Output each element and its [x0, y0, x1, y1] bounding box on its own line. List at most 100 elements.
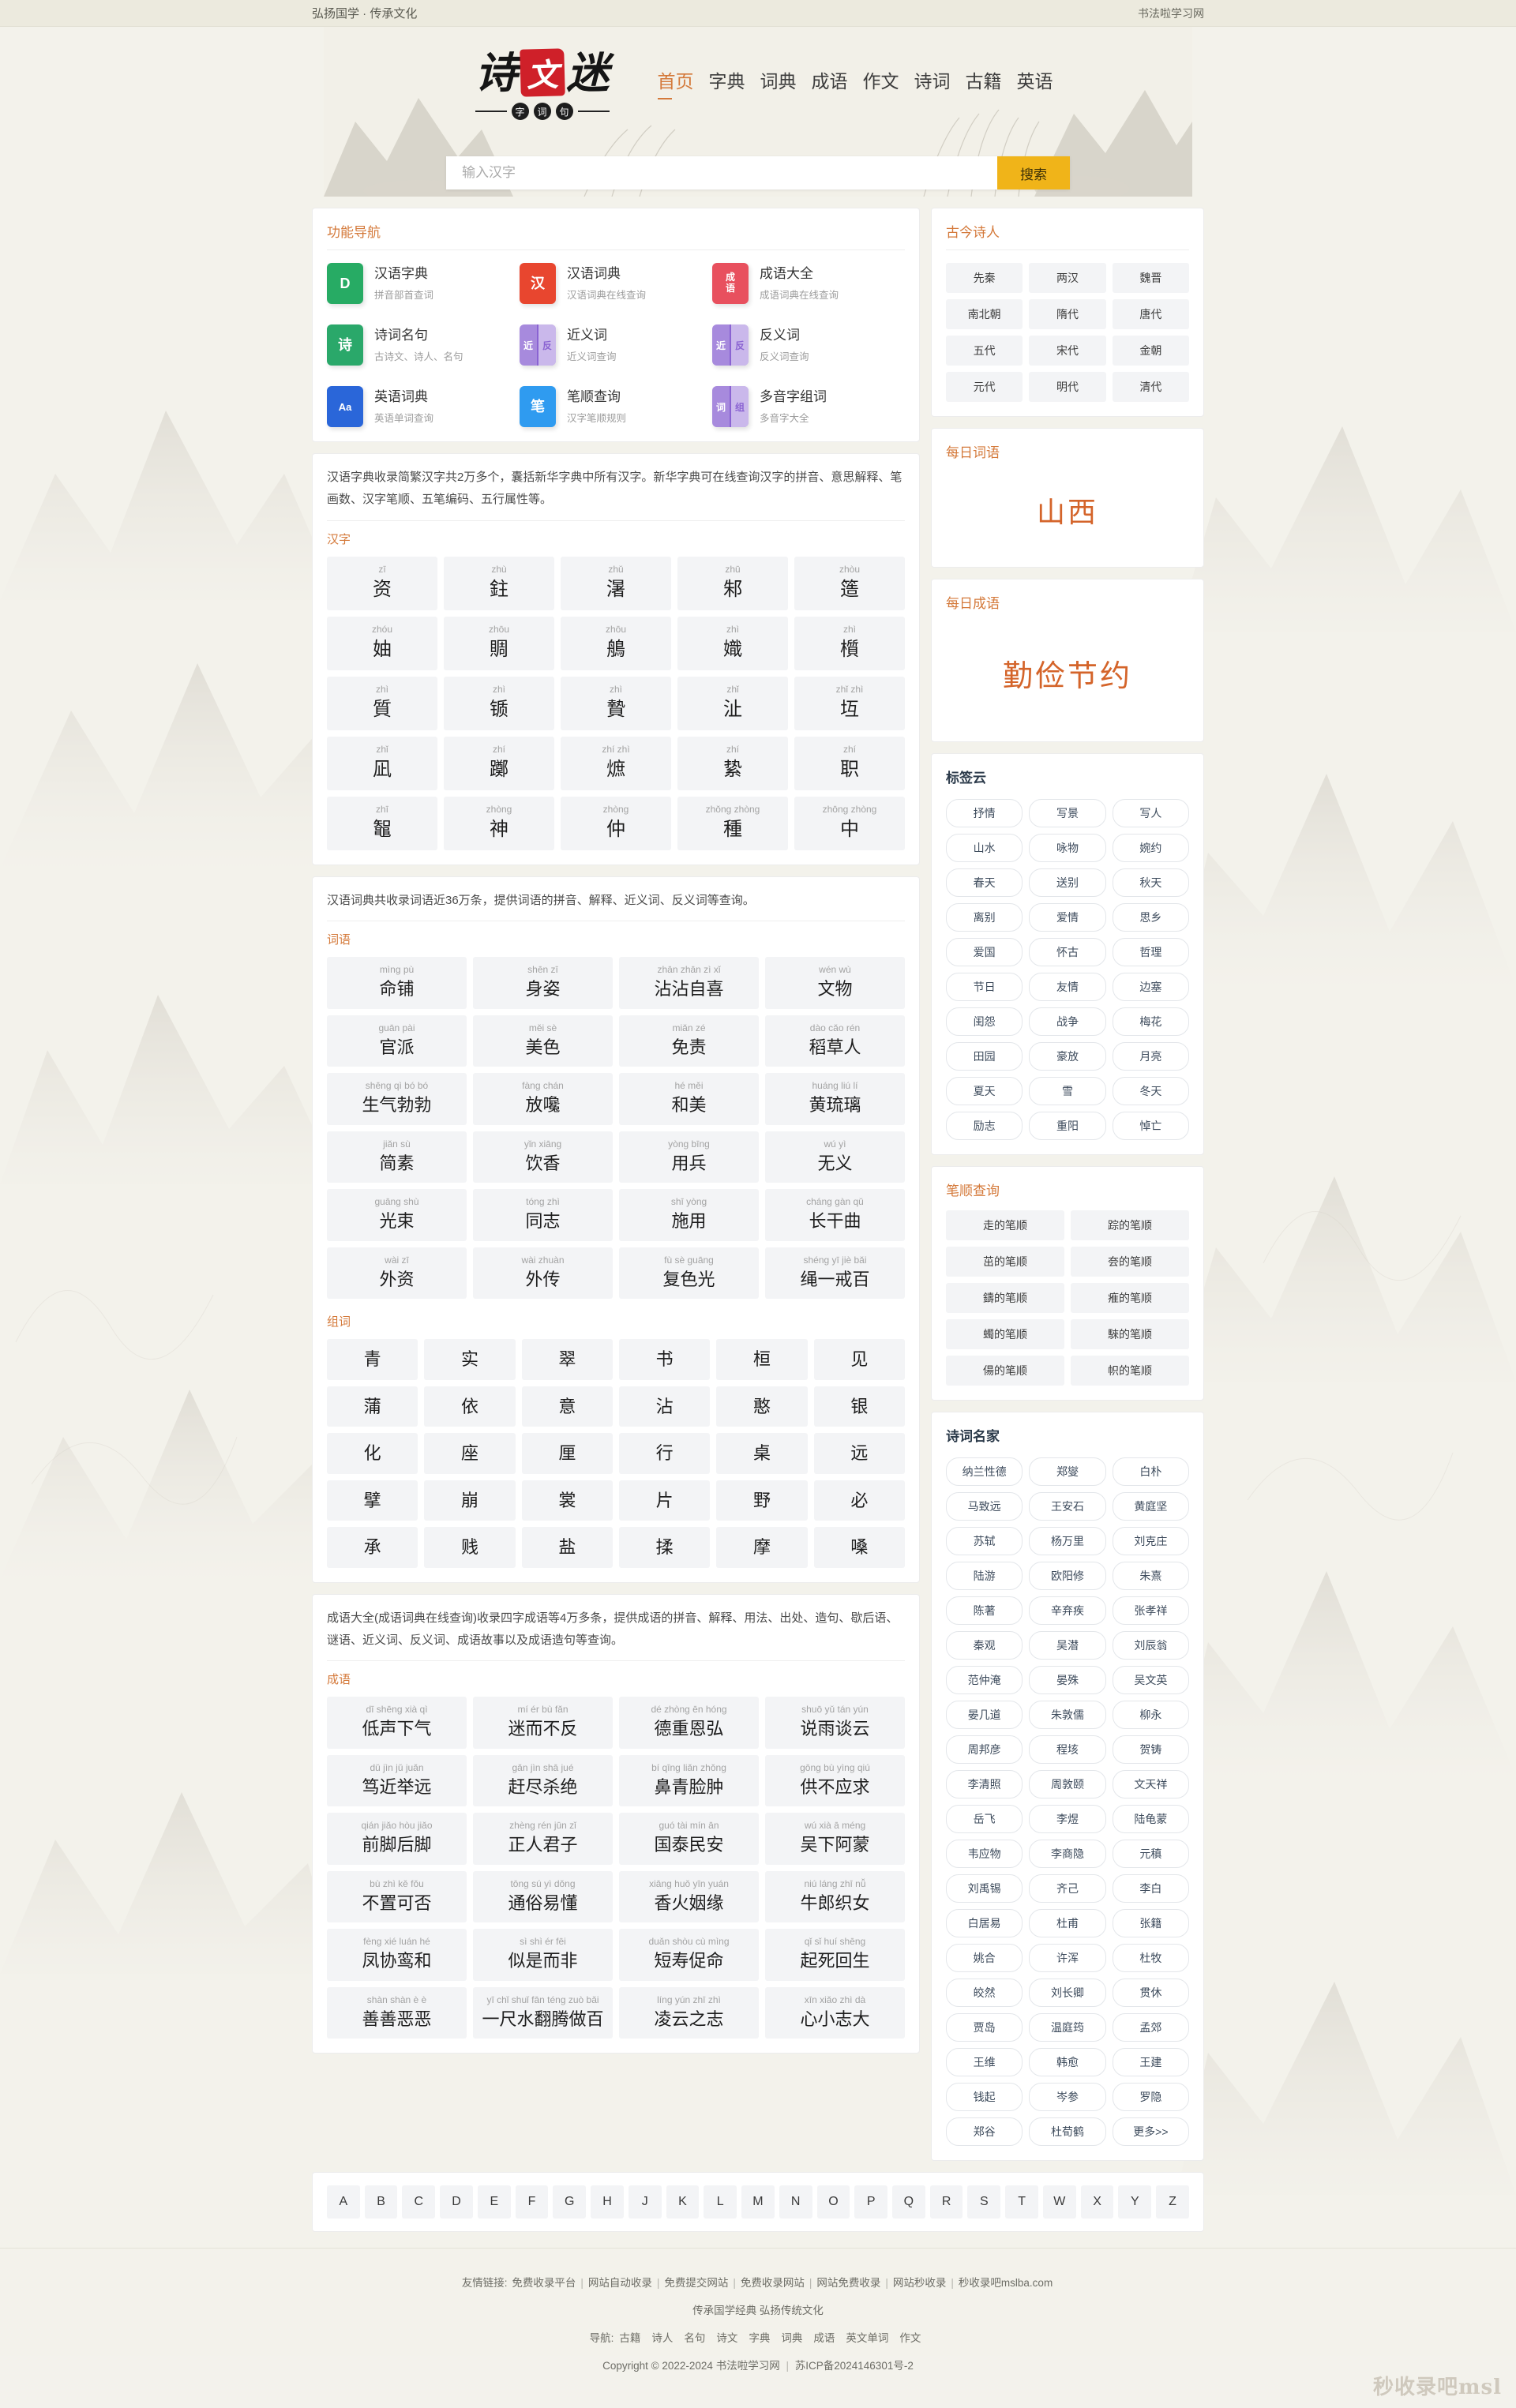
- chip-item[interactable]: 程垓: [1029, 1735, 1106, 1764]
- tile-item[interactable]: qián jiǎo hòu jiǎo 前脚后脚: [327, 1813, 467, 1865]
- chip-item[interactable]: 张孝祥: [1112, 1596, 1189, 1625]
- chip-item[interactable]: 雪: [1029, 1077, 1106, 1105]
- tile-item[interactable]: dī shēng xià qì 低声下气: [327, 1697, 467, 1749]
- chip-item[interactable]: 抒情: [946, 799, 1023, 827]
- tile-item[interactable]: 实: [424, 1339, 516, 1380]
- chip-item[interactable]: 秋天: [1112, 868, 1189, 897]
- tile-item[interactable]: xīn xiǎo zhì dà 心小志大: [765, 1986, 905, 2039]
- chip-item[interactable]: 岳飞: [946, 1805, 1023, 1833]
- footer-nav-link-0[interactable]: 古籍: [619, 2332, 640, 2344]
- chip-item[interactable]: 李清照: [946, 1770, 1023, 1798]
- chip-item[interactable]: 刘禹锡: [946, 1874, 1023, 1903]
- chip-item[interactable]: 黄庭坚: [1112, 1492, 1189, 1521]
- chip-item[interactable]: 刘辰翁: [1112, 1631, 1189, 1660]
- tile-item[interactable]: 沾: [619, 1386, 711, 1427]
- tile-item[interactable]: sì shì ér fēi 似是而非: [473, 1929, 613, 1981]
- nav-item-7[interactable]: 英语: [1017, 66, 1053, 101]
- tile-item[interactable]: 座: [424, 1433, 516, 1474]
- tile-item[interactable]: 远: [813, 1433, 905, 1474]
- chip-item[interactable]: 温庭筠: [1029, 2013, 1106, 2042]
- chip-item[interactable]: 刘克庄: [1112, 1527, 1189, 1555]
- chip-item[interactable]: 杜甫: [1029, 1909, 1106, 1937]
- footer-nav-link-5[interactable]: 词典: [781, 2332, 802, 2344]
- chip-item[interactable]: 吴文英: [1112, 1666, 1189, 1694]
- friend-link-4[interactable]: 网站免费收录: [816, 2277, 880, 2289]
- alphabet-letter-D[interactable]: D: [440, 2185, 473, 2219]
- tile-item[interactable]: mìng pù 命铺: [327, 957, 467, 1009]
- function-item-8[interactable]: 词组多音字组词 多音字大全: [712, 386, 905, 427]
- chip-item[interactable]: 踪的笔顺: [1071, 1210, 1189, 1240]
- chip-item[interactable]: 吴潜: [1029, 1631, 1106, 1660]
- tile-item[interactable]: zhòng 神: [444, 796, 554, 850]
- tile-item[interactable]: zhù 鉒: [444, 556, 554, 610]
- chip-item[interactable]: 闺怨: [946, 1007, 1023, 1036]
- chip-item[interactable]: 騋的笔顺: [1071, 1319, 1189, 1349]
- tile-item[interactable]: niú láng zhī nǚ 牛郎织女: [765, 1870, 905, 1923]
- alphabet-letter-E[interactable]: E: [477, 2185, 511, 2219]
- tile-item[interactable]: zhōu 賙: [444, 616, 554, 670]
- chip-item[interactable]: 陈著: [946, 1596, 1023, 1625]
- chip-item[interactable]: 豪放: [1029, 1042, 1106, 1071]
- chip-item[interactable]: 唐代: [1112, 299, 1189, 329]
- chip-item[interactable]: 月亮: [1112, 1042, 1189, 1071]
- tile-item[interactable]: líng yún zhī zhì 凌云之志: [619, 1986, 759, 2039]
- chip-item[interactable]: 夏天: [946, 1077, 1023, 1105]
- tile-item[interactable]: shàn shàn è è 善善恶恶: [327, 1986, 467, 2039]
- alphabet-letter-T[interactable]: T: [1005, 2185, 1038, 2219]
- chip-item[interactable]: 罗隐: [1112, 2083, 1189, 2111]
- chip-item[interactable]: 贺铸: [1112, 1735, 1189, 1764]
- chip-item[interactable]: 刘长卿: [1029, 1979, 1106, 2007]
- chip-item[interactable]: 帜的笔顺: [1071, 1356, 1189, 1386]
- tile-item[interactable]: 行: [619, 1433, 711, 1474]
- tile-item[interactable]: bí qīng liǎn zhǒng 鼻青脸肿: [619, 1754, 759, 1807]
- chip-item[interactable]: 茁的笔顺: [946, 1247, 1064, 1277]
- tile-item[interactable]: yī chǐ shuǐ fān téng zuò bǎi 一尺水翻腾做百: [473, 1986, 613, 2039]
- friend-link-5[interactable]: 网站秒收录: [893, 2277, 947, 2289]
- alphabet-letter-Z[interactable]: Z: [1156, 2185, 1189, 2219]
- tile-item[interactable]: 见: [813, 1339, 905, 1380]
- tile-item[interactable]: guó tài mín ān 国泰民安: [619, 1813, 759, 1865]
- function-item-5[interactable]: 近反反义词 反义词查询: [712, 324, 905, 366]
- search-input[interactable]: [446, 156, 997, 189]
- chip-item[interactable]: 偒的笔顺: [946, 1356, 1064, 1386]
- chip-item[interactable]: 张籍: [1112, 1909, 1189, 1937]
- chip-item[interactable]: 先秦: [946, 263, 1023, 293]
- alphabet-letter-H[interactable]: H: [591, 2185, 624, 2219]
- tile-item[interactable]: zhǒng zhòng 種: [677, 796, 788, 850]
- chip-item[interactable]: 怀古: [1029, 938, 1106, 966]
- tile-item[interactable]: 摩: [716, 1527, 808, 1568]
- alphabet-letter-S[interactable]: S: [967, 2185, 1001, 2219]
- tile-item[interactable]: shuō yǔ tán yún 说雨谈云: [765, 1697, 905, 1749]
- tile-item[interactable]: bù zhì kě fǒu 不置可否: [327, 1870, 467, 1923]
- footer-nav-link-8[interactable]: 作文: [899, 2332, 921, 2344]
- chip-item[interactable]: 冬天: [1112, 1077, 1189, 1105]
- footer-nav-link-7[interactable]: 英文单词: [846, 2332, 888, 2344]
- tile-item[interactable]: 擘: [327, 1480, 418, 1521]
- tile-item[interactable]: 憨: [716, 1386, 808, 1427]
- chip-item[interactable]: 田园: [946, 1042, 1023, 1071]
- tile-item[interactable]: fèng xié luán hé 凤协鸾和: [327, 1929, 467, 1981]
- tile-item[interactable]: 嗓: [813, 1527, 905, 1568]
- tile-item[interactable]: 厘: [521, 1433, 613, 1474]
- chip-item[interactable]: 杨万里: [1029, 1527, 1106, 1555]
- chip-item[interactable]: 纳兰性德: [946, 1457, 1023, 1486]
- chip-item[interactable]: 马致远: [946, 1492, 1023, 1521]
- tile-item[interactable]: wú yì 无义: [765, 1131, 905, 1183]
- friend-link-1[interactable]: 网站自动收录: [588, 2277, 652, 2289]
- tile-item[interactable]: dé zhòng ēn hóng 德重恩弘: [619, 1697, 759, 1749]
- tile-item[interactable]: 揉: [619, 1527, 711, 1568]
- chip-item[interactable]: 白居易: [946, 1909, 1023, 1937]
- tile-item[interactable]: 书: [619, 1339, 711, 1380]
- function-item-7[interactable]: 笔 笔顺查询 汉字笔顺规则: [520, 386, 712, 427]
- friend-link-0[interactable]: 免费收录平台: [512, 2277, 576, 2289]
- function-item-1[interactable]: 汉 汉语词典 汉语词典在线查询: [520, 263, 712, 304]
- tile-item[interactable]: 贱: [424, 1527, 516, 1568]
- tile-item[interactable]: 桌: [716, 1433, 808, 1474]
- alphabet-letter-R[interactable]: R: [929, 2185, 963, 2219]
- chip-item[interactable]: 韩愈: [1029, 2048, 1106, 2076]
- alphabet-letter-M[interactable]: M: [741, 2185, 775, 2219]
- chip-item[interactable]: 周敦颐: [1029, 1770, 1106, 1798]
- tile-item[interactable]: wén wù 文物: [765, 957, 905, 1009]
- chip-item[interactable]: 边塞: [1112, 973, 1189, 1001]
- tile-item[interactable]: wài zhuàn 外传: [473, 1247, 613, 1300]
